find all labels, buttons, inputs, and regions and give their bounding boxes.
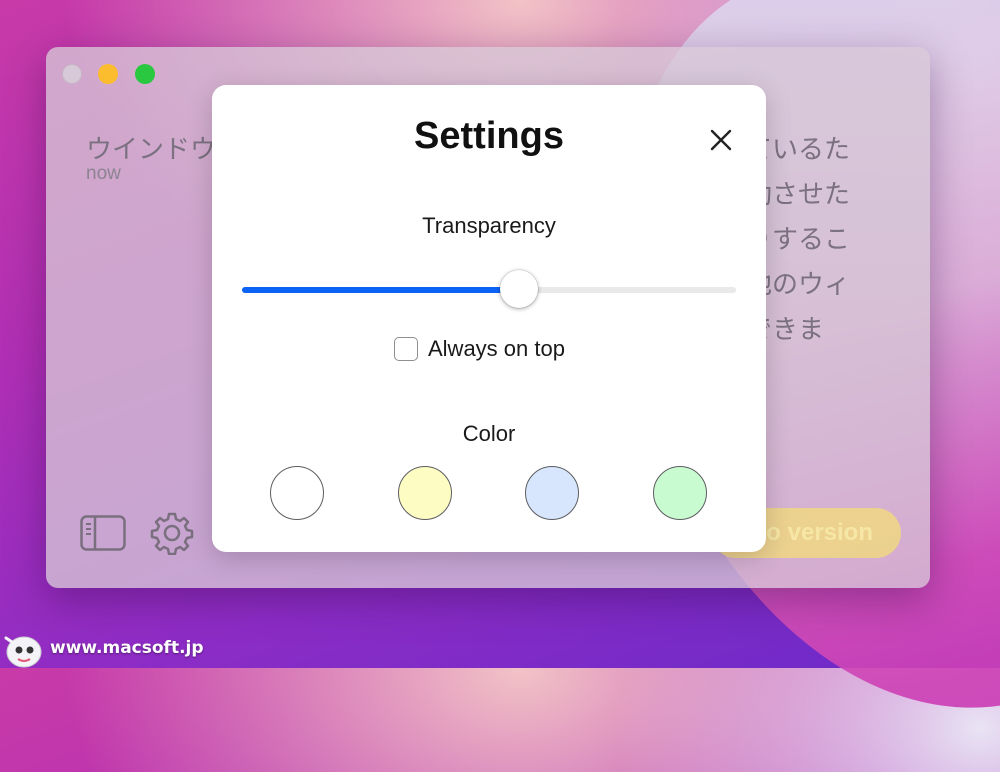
window-zoom-button[interactable] [135,64,155,84]
gear-icon [150,512,194,556]
transparency-label: Transparency [422,213,556,238]
close-button[interactable] [706,125,736,155]
window-close-button[interactable] [62,64,82,84]
color-swatch-green[interactable] [653,466,707,520]
mascot-logo-icon [4,636,42,668]
settings-button[interactable] [150,511,194,556]
always-on-top-label: Always on top [428,336,565,361]
always-on-top-checkbox[interactable] [394,337,418,361]
note-line: 他のウィ [746,269,851,299]
slider-fill [242,287,519,293]
slider-thumb[interactable] [499,270,538,308]
note-line: 動させた [746,179,851,209]
sidebar-toggle-button[interactable] [80,515,126,551]
note-text: ウインドウ [86,134,217,164]
note-timestamp: now [86,163,121,184]
color-swatch-white[interactable] [270,466,324,520]
note-body: ているた 動させた りするこ 他のウィ できま [746,127,926,352]
color-swatch-blue[interactable] [525,466,579,520]
transparency-slider[interactable] [242,270,736,310]
watermark-text: www.macsoft.jp [50,638,204,658]
always-on-top-option[interactable]: Always on top [394,335,565,363]
window-minimize-button[interactable] [98,64,118,84]
watermark: www.macsoft.jp [0,628,204,668]
settings-dialog: Settings Transparency Always on top Colo… [212,85,766,552]
note-line: ているた [746,134,851,164]
color-swatch-yellow[interactable] [398,466,452,520]
close-icon [710,129,732,151]
color-label: Color [462,421,516,446]
dialog-title: Settings [414,115,564,157]
sidebar-icon [80,515,126,551]
note-line: できま [746,314,825,344]
note-line: りするこ [746,224,851,254]
